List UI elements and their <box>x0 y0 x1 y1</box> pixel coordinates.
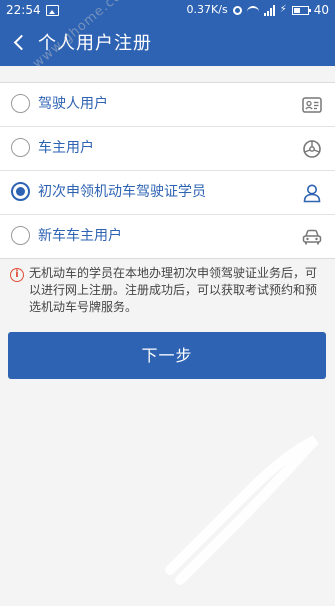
notice-text: 无机动车的学员在本地办理初次申领驾驶证业务后，可以进行网上注册。注册成功后，可以… <box>29 266 318 314</box>
network-speed-unit: K/s <box>211 3 228 16</box>
option-label: 初次申领机动车驾驶证学员 <box>38 184 206 200</box>
wifi-icon <box>246 6 259 14</box>
option-label: 车主用户 <box>38 140 94 156</box>
option-label: 驾驶人用户 <box>38 96 108 112</box>
status-time: 22:54 <box>6 3 41 17</box>
scribble-mark <box>165 435 319 585</box>
battery-level: 40 <box>313 3 329 17</box>
app-screen: 22:54 0.37K/s ⚡ 40 个人用户注册 www.ghome.com … <box>0 0 335 606</box>
option-first-license-student[interactable]: 初次申领机动车驾驶证学员 <box>0 171 335 215</box>
radio-new-car-owner[interactable] <box>11 226 30 245</box>
image-notification-icon <box>46 5 59 16</box>
user-type-list: 驾驶人用户 车主用户 初次申领机动车驾驶证学员 新车车主用户 <box>0 82 335 259</box>
radio-driver-user[interactable] <box>11 94 30 113</box>
charging-icon: ⚡ <box>279 4 287 15</box>
option-driver-user[interactable]: 驾驶人用户 <box>0 83 335 127</box>
car-icon <box>302 229 322 245</box>
radio-first-license-student[interactable] <box>11 182 30 201</box>
signal-icon <box>263 4 275 16</box>
back-button[interactable] <box>8 30 32 56</box>
network-speed: 0.37K/s <box>187 0 228 20</box>
person-icon <box>303 184 321 203</box>
option-label: 新车车主用户 <box>38 228 122 244</box>
radio-car-owner[interactable] <box>11 138 30 157</box>
alarm-icon <box>232 5 242 15</box>
option-new-car-owner[interactable]: 新车车主用户 <box>0 215 335 258</box>
battery-icon <box>291 5 311 15</box>
status-bar: 22:54 0.37K/s ⚡ 40 <box>0 0 335 20</box>
option-car-owner[interactable]: 车主用户 <box>0 127 335 171</box>
info-icon: i <box>10 268 24 282</box>
status-right: 0.37K/s ⚡ 40 <box>187 0 329 20</box>
next-button[interactable]: 下一步 <box>8 332 326 379</box>
network-speed-value: 0.37 <box>186 3 212 16</box>
id-card-icon <box>302 97 322 113</box>
steering-wheel-icon <box>303 140 321 158</box>
notice: i 无机动车的学员在本地办理初次申领驾驶证业务后，可以进行网上注册。注册成功后，… <box>10 265 328 316</box>
